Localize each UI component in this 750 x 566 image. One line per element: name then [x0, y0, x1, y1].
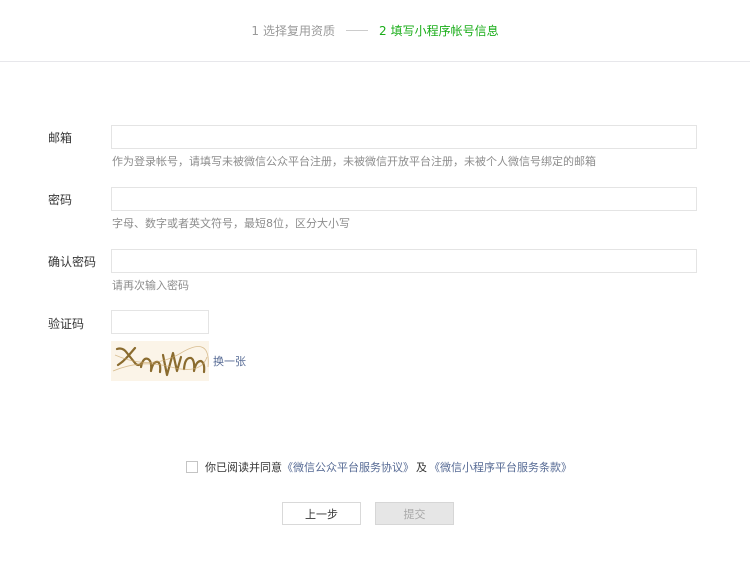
- captcha-image[interactable]: [111, 341, 209, 381]
- prev-step-button[interactable]: 上一步: [282, 502, 361, 525]
- agree-prefix: 你已阅读并同意: [205, 461, 282, 474]
- password-label: 密码: [48, 193, 73, 207]
- step-1-number: 1: [251, 23, 259, 38]
- miniprogram-terms-link[interactable]: 《微信小程序平台服务条款》: [429, 459, 572, 475]
- step-2: 2 填写小程序帐号信息: [379, 22, 499, 39]
- refresh-captcha-link[interactable]: 换一张: [213, 353, 246, 369]
- step-2-number: 2: [379, 23, 387, 38]
- captcha-glyphs: [112, 346, 209, 377]
- agreement-row: 你已阅读并同意 《微信公众平台服务协议》 及 《微信小程序平台服务条款》: [186, 460, 572, 474]
- step-divider: [346, 30, 368, 31]
- confirm-password-hint: 请再次输入密码: [112, 279, 189, 292]
- password-hint: 字母、数字或者英文符号，最短8位，区分大小写: [112, 217, 350, 230]
- password-input[interactable]: [111, 187, 697, 211]
- captcha-input[interactable]: [111, 310, 209, 334]
- step-1-label: 选择复用资质: [262, 24, 335, 38]
- agree-and: 及: [416, 461, 427, 474]
- step-2-label: 填写小程序帐号信息: [390, 24, 499, 38]
- submit-button[interactable]: 提交: [375, 502, 454, 525]
- confirm-password-label: 确认密码: [48, 255, 97, 269]
- step-1: 1 选择复用资质: [251, 22, 335, 39]
- email-hint: 作为登录帐号，请填写未被微信公众平台注册，未被微信开放平台注册，未被个人微信号绑…: [112, 155, 596, 168]
- email-input[interactable]: [111, 125, 697, 149]
- captcha-label: 验证码: [48, 317, 85, 331]
- service-agreement-link[interactable]: 《微信公众平台服务协议》: [282, 459, 414, 475]
- step-indicator: 1 选择复用资质 2 填写小程序帐号信息: [0, 0, 750, 62]
- email-label: 邮箱: [48, 131, 73, 145]
- confirm-password-input[interactable]: [111, 249, 697, 273]
- agree-checkbox[interactable]: [186, 461, 198, 473]
